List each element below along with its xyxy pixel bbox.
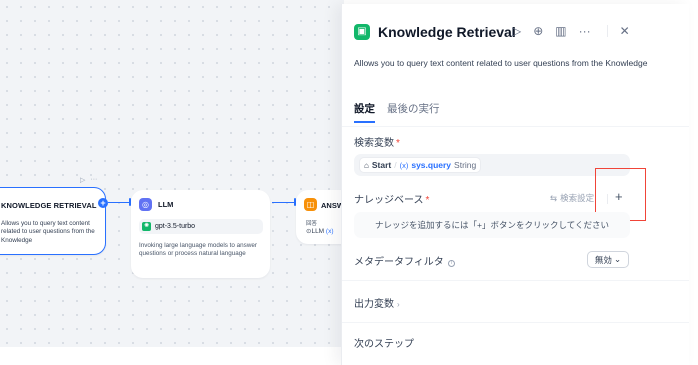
node-description: Allows you to query text content related… <box>1 220 95 244</box>
panel-title: Knowledge Retrieval <box>378 24 516 40</box>
edge-llm-answer <box>272 202 296 203</box>
panel-actions: ▷ ⊕ ▥ ··· ✕ <box>512 24 630 38</box>
required-mark: * <box>396 138 400 149</box>
chevron-right-icon: › <box>397 300 400 309</box>
brain-icon: ◎ <box>139 198 152 211</box>
required-mark: * <box>425 195 430 206</box>
divider <box>342 322 689 323</box>
answer-icon: ◫ <box>304 198 317 211</box>
panel-description: Allows you to query text content related… <box>354 58 648 68</box>
answer-label: 回答 <box>306 221 318 227</box>
retrieval-settings-button[interactable]: ⇆ 検索設定 <box>550 192 594 204</box>
knowledge-label: ナレッジベース * <box>354 195 430 206</box>
add-node-icon[interactable]: + <box>98 198 108 208</box>
llm-head: ◎ LLM <box>139 198 173 211</box>
openai-icon: ✺ <box>142 222 151 231</box>
node-toolbar: ▷ ··· <box>80 176 97 184</box>
answer-node[interactable]: ◫ ANSWER 回答 ⊙LLM (x) <box>296 190 344 244</box>
llm-node[interactable]: ◎ LLM ✺ gpt-3.5-turbo Invoking large lan… <box>131 190 270 278</box>
node-title: LLM <box>158 200 174 209</box>
variable-icon: (x) <box>399 160 409 170</box>
knowledge-retrieval-node[interactable]: KNOWLEDGE RETRIEVAL Allows you to query … <box>0 187 106 255</box>
divider <box>606 25 608 37</box>
edge-kr-llm <box>108 202 130 203</box>
play-icon[interactable]: ▷ <box>80 176 85 184</box>
variable-name: sys.query <box>411 160 452 170</box>
sliders-icon: ⇆ <box>550 192 558 203</box>
workflow-canvas[interactable]: ▷ ··· KNOWLEDGE RETRIEVAL Allows you to … <box>0 0 344 347</box>
knowledge-empty-state: ナレッジを追加するには「+」ボタンをクリックしてください <box>354 212 630 238</box>
tab-settings[interactable]: 設定 <box>354 101 375 123</box>
knowledge-retrieval-icon: ▣ <box>354 24 370 40</box>
tab-last-run[interactable]: 最後の実行 <box>387 101 440 123</box>
node-description: Invoking large language models to answer… <box>139 242 257 258</box>
book-icon[interactable]: ▥ <box>555 24 566 38</box>
metadata-filter-label: メタデータフィルタ i <box>354 253 455 268</box>
metadata-filter-select[interactable]: 無効 ⌄ <box>587 251 629 268</box>
separator: / <box>394 160 397 170</box>
query-variable-label: 検索変数 * <box>354 138 400 149</box>
model-name: gpt-3.5-turbo <box>155 223 196 230</box>
panel-tabs: 設定 最後の実行 <box>354 101 440 123</box>
divider <box>342 280 689 281</box>
node-settings-panel: ▣ Knowledge Retrieval ▷ ⊕ ▥ ··· ✕ Allows… <box>341 4 689 365</box>
more-icon[interactable]: ··· <box>90 176 97 184</box>
next-step-label: 次のステップ <box>354 339 414 350</box>
variable-pill[interactable]: ⌂ Start / (x) sys.query String <box>359 157 482 173</box>
home-icon: ⌂ <box>364 160 369 170</box>
model-pill: ✺ gpt-3.5-turbo <box>139 219 263 234</box>
info-icon[interactable]: i <box>447 260 455 267</box>
help-icon[interactable]: ⊕ <box>533 24 543 38</box>
variable-type: String <box>454 160 477 170</box>
query-variable-field[interactable]: ⌂ Start / (x) sys.query String <box>354 154 630 176</box>
chevron-down-icon: ⌄ <box>613 254 622 264</box>
close-icon[interactable]: ✕ <box>620 24 630 38</box>
answer-variable: ⊙LLM (x) <box>306 228 334 235</box>
tabs-divider <box>342 126 689 127</box>
node-title: KNOWLEDGE RETRIEVAL <box>1 201 97 210</box>
more-icon[interactable]: ··· <box>579 24 591 38</box>
output-variables-toggle[interactable]: 出力変数 › <box>354 295 400 310</box>
play-icon[interactable]: ▷ <box>512 24 521 38</box>
variable-source: Start <box>371 160 392 170</box>
